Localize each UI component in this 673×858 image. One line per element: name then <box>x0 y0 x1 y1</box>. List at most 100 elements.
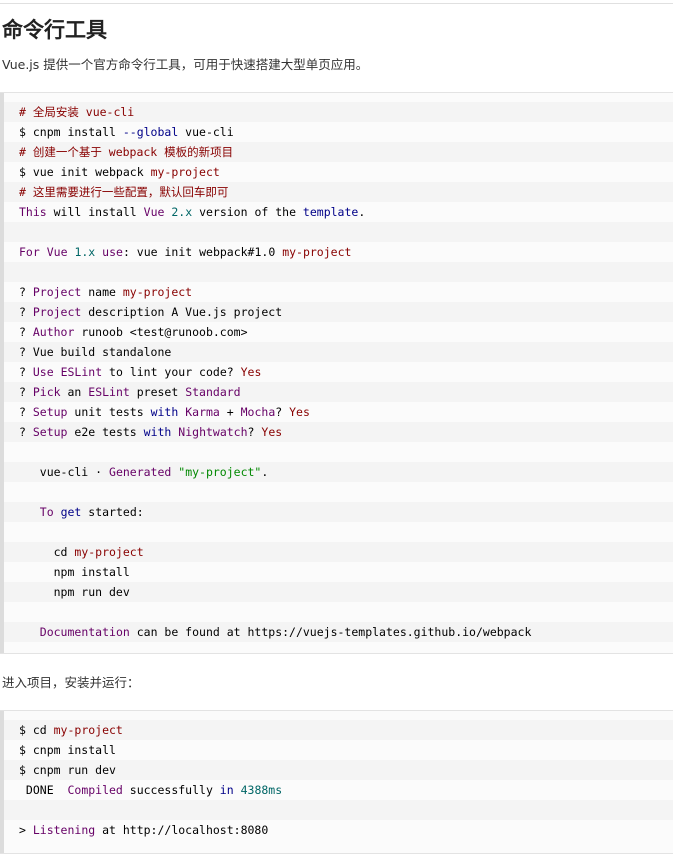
code-token: description A Vue.js project <box>81 305 283 319</box>
code-token: Generated <box>109 465 172 479</box>
code-token: Compiled <box>67 783 123 797</box>
code-token: $ cnpm run dev <box>19 763 116 777</box>
code-token: ? Vue build standalone <box>19 345 172 359</box>
code-token: To <box>39 505 54 519</box>
code-token: ? <box>247 425 262 439</box>
code-token: Yes <box>261 425 283 439</box>
code-block-cli[interactable]: # 全局安装 vue-cli $ cnpm install --global vu… <box>0 92 673 654</box>
code-line: ? Vue build standalone <box>4 342 673 362</box>
code-token: ? <box>19 285 33 299</box>
code-token: $ cnpm install <box>19 743 116 757</box>
code-token: "my-project" <box>178 465 262 479</box>
code-token: vue-cli · <box>19 465 110 479</box>
code-line: ? Pick an ESLint preset Standard <box>4 382 673 402</box>
code-line <box>4 222 673 242</box>
code-token: can be found at https://vuejs-templates.… <box>129 625 532 639</box>
code-token: Mocha <box>240 405 276 419</box>
code-token: name <box>81 285 123 299</box>
code-token: started: <box>81 505 144 519</box>
code-token: Nightwatch <box>178 425 248 439</box>
code-token: get <box>60 505 82 519</box>
code-token: Vue <box>46 245 68 259</box>
code-token: ? <box>19 405 33 419</box>
code-line: $ cd my-project <box>4 720 673 740</box>
code-token: Yes <box>240 365 262 379</box>
code-token: Setup <box>32 405 68 419</box>
code-token: 1.x <box>74 245 96 259</box>
code-line: This will install Vue 2.x version of the… <box>4 202 673 222</box>
code-token: Documentation <box>39 625 130 639</box>
code-token: Standard <box>185 385 241 399</box>
code-token: # 创建一个基于 webpack 模板的新项目 <box>19 145 234 159</box>
top-divider <box>0 3 673 4</box>
code-line: To get started: <box>4 502 673 522</box>
code-token: Project <box>32 285 82 299</box>
code-token: ? <box>19 305 33 319</box>
code-line: vue-cli · Generated "my-project". <box>4 462 673 482</box>
code-line: npm install <box>4 562 673 582</box>
code-token: npm run dev <box>19 585 130 599</box>
run-intro-paragraph: 进入项目，安装并运行： <box>2 675 140 690</box>
code-token: in <box>219 783 234 797</box>
intro-paragraph: Vue.js 提供一个官方命令行工具，可用于快速搭建大型单页应用。 <box>2 57 369 72</box>
code-token: ? <box>19 365 33 379</box>
code-token: unit tests <box>67 405 151 419</box>
code-token: DONE <box>19 783 68 797</box>
code-token: . <box>358 205 366 219</box>
code-token: cd <box>19 545 75 559</box>
code-token: to lint your code? <box>102 365 241 379</box>
code-token: This <box>19 205 47 219</box>
code-line: > Listening at http://localhost:8080 <box>4 820 673 840</box>
code-token: Author <box>32 325 75 339</box>
code-token: vue-cli <box>178 125 234 139</box>
code-token: npm install <box>19 565 130 579</box>
code-token: my-project <box>74 545 144 559</box>
code-line: ? Use ESLint to lint your code? Yes <box>4 362 673 382</box>
code-token: $ cd <box>19 723 54 737</box>
code-line: npm run dev <box>4 582 673 602</box>
code-line: ? Setup e2e tests with Nightwatch? Yes <box>4 422 673 442</box>
code-token: For <box>19 245 40 259</box>
code-token: successfully <box>122 783 220 797</box>
code-token: ? <box>275 405 290 419</box>
page-title: 命令行工具 <box>2 18 107 42</box>
code-token: $ vue init webpack <box>19 165 151 179</box>
code-token: . <box>261 465 269 479</box>
code-token: ? <box>19 425 33 439</box>
code-token: template <box>302 205 359 219</box>
code-token: ? <box>19 325 33 339</box>
code-token: my-project <box>150 165 220 179</box>
code-line: $ cnpm run dev <box>4 760 673 780</box>
code-token: preset <box>129 385 186 399</box>
code-token: ESLint <box>88 385 130 399</box>
code-token: ESLint <box>60 365 103 379</box>
code-block-run[interactable]: $ cd my-project $ cnpm install $ cnpm run … <box>0 710 673 854</box>
code-token: Use <box>32 365 54 379</box>
code-token: + <box>219 405 241 419</box>
code-token: with <box>150 405 179 419</box>
code-line: $ cnpm install <box>4 740 673 760</box>
code-token: an <box>60 385 89 399</box>
code-token: Setup <box>32 425 68 439</box>
code-token: # 全局安装 vue-cli <box>19 105 135 119</box>
code-token: Yes <box>289 405 310 419</box>
code-token: my-project <box>122 285 193 299</box>
code-token: Listening <box>32 823 96 837</box>
code-line: # 这里需要进行一些配置，默认回车即可 <box>4 182 673 202</box>
code-token: will install <box>46 205 144 219</box>
code-token: --global <box>122 125 179 139</box>
code-line: # 创建一个基于 webpack 模板的新项目 <box>4 142 673 162</box>
code-token: 4388ms <box>240 783 283 797</box>
code-token: with <box>143 425 172 439</box>
code-token: my-project <box>53 723 123 737</box>
code-line <box>4 262 673 282</box>
